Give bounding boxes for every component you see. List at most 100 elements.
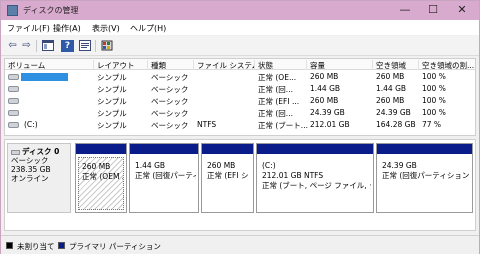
- partition-status: 正常 (回復パーティション): [382, 171, 470, 180]
- volume-free-percent: 100 %: [422, 72, 446, 81]
- column-header-layout[interactable]: レイアウト: [94, 60, 148, 70]
- column-header-capacity[interactable]: 容量: [307, 60, 373, 70]
- partition-bar: [76, 144, 126, 154]
- menu-file[interactable]: ファイル(F): [7, 23, 50, 34]
- toolbar-divider: [95, 40, 96, 52]
- column-header-type[interactable]: 種類: [148, 60, 194, 70]
- volume-status: 正常 (回...: [258, 85, 293, 94]
- volume-layout: シンプル: [97, 73, 127, 82]
- title-bar[interactable]: ディスクの管理 — ☐ ✕: [1, 1, 479, 20]
- hard-disk-icon: [11, 149, 20, 155]
- volume-name: (C:): [24, 120, 38, 129]
- volume-row[interactable]: (C:) シンプル ベーシック NTFS 正常 (ブート... 212.01 G…: [5, 119, 475, 131]
- volume-type: ベーシック: [151, 121, 189, 130]
- partition-efi[interactable]: 260 MB 正常 (EFI シ: [201, 143, 254, 213]
- volume-row[interactable]: シンプル ベーシック 正常 (EFI ... 260 MB 260 MB 100…: [5, 95, 475, 107]
- maximize-button[interactable]: ☐: [419, 1, 447, 20]
- volume-capacity: 1.44 GB: [310, 84, 341, 93]
- partition-body: 24.39 GB 正常 (回復パーティション): [379, 157, 470, 210]
- volume-free: 260 MB: [376, 96, 405, 105]
- partition-body: 1.44 GB 正常 (回復パーティ: [132, 157, 196, 210]
- drive-icon: [8, 110, 19, 116]
- volume-free-percent: 100 %: [422, 84, 446, 93]
- volume-row[interactable]: シンプル ベーシック 正常 (OE... 260 MB 260 MB 100 %: [5, 71, 475, 83]
- volume-row[interactable]: シンプル ベーシック 正常 (回... 24.39 GB 24.39 GB 10…: [5, 107, 475, 119]
- forward-arrow-icon[interactable]: ⇨: [20, 40, 33, 52]
- disk-name-text: ディスク 0: [22, 147, 60, 156]
- volume-row[interactable]: シンプル ベーシック 正常 (回... 1.44 GB 1.44 GB 100 …: [5, 83, 475, 95]
- volume-capacity: 24.39 GB: [310, 108, 345, 117]
- back-arrow-icon[interactable]: ⇦: [6, 40, 19, 52]
- partition-size: 260 MB: [82, 162, 111, 171]
- column-header-filesystem[interactable]: ファイル システム: [194, 60, 255, 70]
- volume-layout: シンプル: [97, 109, 127, 118]
- menu-view[interactable]: 表示(V): [92, 23, 120, 34]
- toolbar: ⇦ ⇨ ?: [1, 36, 479, 56]
- volume-free-percent: 100 %: [422, 96, 446, 105]
- menu-action[interactable]: 操作(A): [53, 23, 81, 34]
- partition-status: 正常 (EFI シ: [207, 171, 249, 180]
- legend-label-unallocated: 未割り当て: [17, 242, 55, 251]
- column-header-volume[interactable]: ボリューム: [5, 60, 94, 70]
- properties-icon[interactable]: [78, 40, 91, 52]
- partition-size: 212.01 GB NTFS: [262, 171, 324, 180]
- partition-c-drive[interactable]: (C:) 212.01 GB NTFS 正常 (ブート, ページ ファイル, ク…: [256, 143, 374, 213]
- partition-size: 1.44 GB: [135, 161, 166, 170]
- volume-status: 正常 (ブート...: [258, 121, 308, 130]
- volume-list-header: ボリューム レイアウト 種類 ファイル システム 状態 容量 空き領域 空き領域…: [5, 59, 475, 70]
- volume-name: [21, 96, 24, 107]
- partition-bar: [202, 144, 253, 154]
- disk-settings-icon[interactable]: [100, 40, 113, 52]
- volume-type: ベーシック: [151, 97, 189, 106]
- volume-layout: シンプル: [97, 97, 127, 106]
- partition-bar: [257, 144, 373, 154]
- volume-free-percent: 77 %: [422, 120, 442, 129]
- volume-filesystem: [194, 108, 197, 119]
- disk-management-icon: [7, 5, 18, 16]
- volume-free: 1.44 GB: [376, 84, 407, 93]
- drive-icon: [8, 98, 19, 104]
- menu-help[interactable]: ヘルプ(H): [130, 23, 166, 34]
- volume-capacity: 260 MB: [310, 72, 339, 81]
- legend-swatch-primary: [58, 242, 65, 249]
- volume-free: 260 MB: [376, 72, 405, 81]
- partition-status: 正常 (回復パーティ: [135, 171, 196, 180]
- volume-capacity: 260 MB: [310, 96, 339, 105]
- volume-list: ボリューム レイアウト 種類 ファイル システム 状態 容量 空き領域 空き領域…: [4, 58, 476, 136]
- partition-body: 260 MB 正常 (EFI シ: [204, 157, 251, 210]
- console-tree-icon[interactable]: [41, 40, 54, 52]
- partition-recovery-2[interactable]: 24.39 GB 正常 (回復パーティション): [376, 143, 473, 213]
- partition-body: (C:) 212.01 GB NTFS 正常 (ブート, ページ ファイル, ク…: [259, 157, 371, 210]
- disk-map: ディスク 0 ベーシック 238.35 GB オンライン 260 MB 正常 (…: [4, 139, 476, 231]
- disk-type: ベーシック: [11, 156, 49, 165]
- volume-filesystem: [194, 72, 197, 83]
- partition-status: 正常 (ブート, ページ ファイル, クラッ: [262, 181, 371, 190]
- partition-recovery-1[interactable]: 1.44 GB 正常 (回復パーティ: [129, 143, 199, 213]
- volume-capacity: 212.01 GB: [310, 120, 350, 129]
- drive-icon: [8, 122, 19, 128]
- column-header-free-percent[interactable]: 空き領域の割...: [419, 60, 475, 70]
- disk-state: オンライン: [11, 174, 49, 183]
- partition-size: 24.39 GB: [382, 161, 417, 170]
- partition-bar: [377, 144, 472, 154]
- disk-management-window: ディスクの管理 — ☐ ✕ ファイル(F) 操作(A) 表示(V) ヘルプ(H)…: [0, 0, 480, 254]
- volume-free: 24.39 GB: [376, 108, 411, 117]
- minimize-button[interactable]: —: [391, 1, 419, 20]
- volume-name: [21, 108, 24, 119]
- volume-name-selected: [21, 73, 68, 81]
- column-header-status[interactable]: 状態: [255, 60, 307, 70]
- column-header-free[interactable]: 空き領域: [373, 60, 419, 70]
- partition-status: 正常 (OEM パ: [82, 172, 123, 181]
- volume-filesystem: [194, 84, 197, 95]
- disk-0-label[interactable]: ディスク 0 ベーシック 238.35 GB オンライン: [7, 143, 71, 213]
- drive-icon: [8, 86, 19, 92]
- partition-oem[interactable]: 260 MB 正常 (OEM パ: [75, 143, 127, 213]
- menu-bar: ファイル(F) 操作(A) 表示(V) ヘルプ(H): [1, 20, 479, 35]
- disk-name: ディスク 0: [11, 147, 67, 156]
- close-button[interactable]: ✕: [448, 1, 476, 20]
- volume-status: 正常 (EFI ...: [258, 97, 300, 106]
- help-icon[interactable]: ?: [61, 40, 74, 52]
- volume-free: 164.28 GB: [376, 120, 416, 129]
- legend-bar: 未割り当て プライマリ パーティション: [1, 235, 479, 254]
- volume-layout: シンプル: [97, 85, 127, 94]
